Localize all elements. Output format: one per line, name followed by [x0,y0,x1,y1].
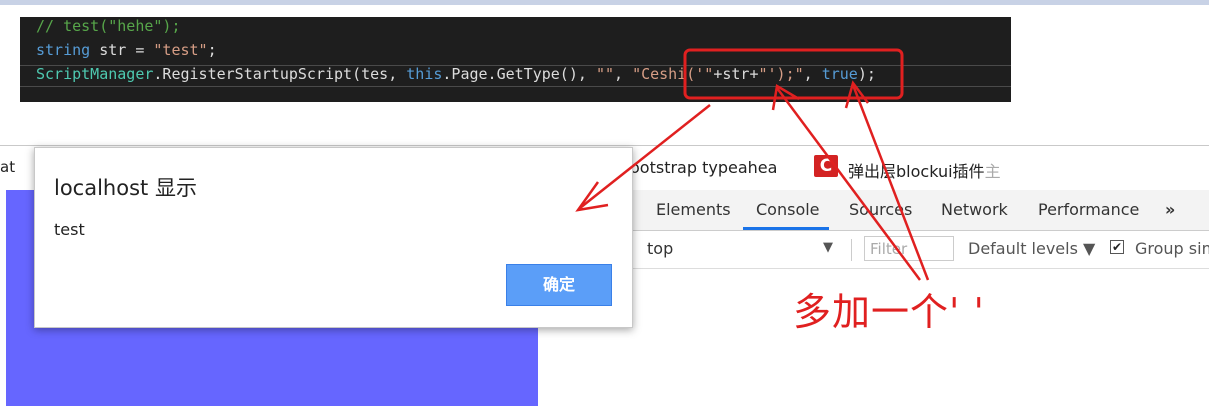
dialog-message: test [54,220,85,239]
code-snippet: // test("hehe"); string str = "test"; Sc… [20,17,1011,102]
more-tabs-icon[interactable]: » [1165,200,1175,219]
log-levels-dropdown[interactable]: Default levels ▼ [968,239,1095,258]
current-line-highlight [20,65,1011,87]
code-line-comment: // test("hehe"); [36,17,181,35]
bookmark-label: ootstrap typeahea [630,158,778,177]
code-keyword-string: string [36,41,91,59]
tab-network[interactable]: Network [941,200,1008,219]
annotation-text: 多加一个' ' [793,290,985,334]
top-stripe [0,0,1209,5]
active-tab-indicator [743,227,829,230]
tab-elements[interactable]: Elements [656,200,731,219]
tab-console[interactable]: Console [756,200,820,219]
group-similar-checkbox[interactable]: ✔ [1110,240,1124,254]
code-string-literal: "test" [153,41,208,59]
code-text: str = [90,41,154,59]
code-text: ; [207,41,217,59]
tab-performance[interactable]: Performance [1038,200,1139,219]
group-similar-label: Group sim [1135,239,1209,258]
bookmark-blockui[interactable]: 弹出层blockui插件主 [848,158,1001,182]
toolbar-divider [851,239,852,261]
context-dropdown-icon[interactable]: ▼ [823,240,833,255]
console-filter-input[interactable]: Filter [864,236,954,261]
dialog-title: localhost 显示 [54,176,197,200]
bookmark-favicon-icon: C [814,155,838,177]
bookmark-bootstrap-typeahead[interactable]: ootstrap typeahea [630,158,777,177]
bookmark-partial-left[interactable]: at [0,158,15,176]
bookmark-label-fade: 主 [984,162,1001,181]
console-toolbar: top ▼ Filter Default levels ▼ ✔ Group si… [633,231,1209,269]
ok-button[interactable]: 确定 [506,264,612,306]
bookmark-bar-border [0,145,1209,146]
context-selector[interactable]: top [647,239,673,258]
bookmark-label: 弹出层blockui插件 [848,162,985,181]
tab-sources[interactable]: Sources [849,200,912,219]
alert-dialog: localhost 显示 test 确定 [34,147,633,328]
code-line-string-decl: string str = "test"; [36,38,1011,62]
devtools-tab-bar: Elements Console Sources Network Perform… [633,190,1209,231]
